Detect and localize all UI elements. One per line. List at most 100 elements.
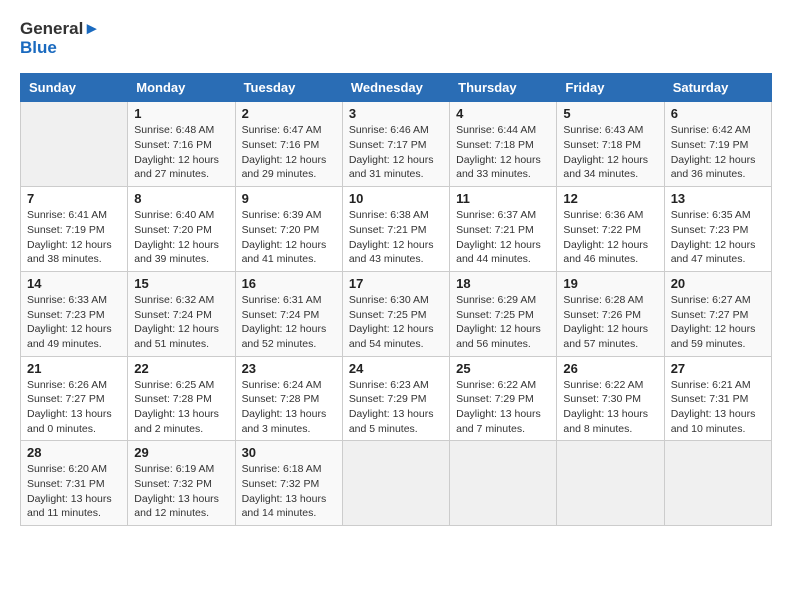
calendar-day-cell: 22 Sunrise: 6:25 AMSunset: 7:28 PMDayligh…	[128, 356, 235, 441]
calendar-day-cell: 11 Sunrise: 6:37 AMSunset: 7:21 PMDayligh…	[450, 187, 557, 272]
day-number: 9	[242, 191, 336, 206]
calendar-week-row: 21 Sunrise: 6:26 AMSunset: 7:27 PMDayligh…	[21, 356, 772, 441]
logo-general: General►	[20, 20, 100, 39]
day-info: Sunrise: 6:19 AMSunset: 7:32 PMDaylight:…	[134, 462, 228, 521]
day-info: Sunrise: 6:23 AMSunset: 7:29 PMDaylight:…	[349, 378, 443, 437]
calendar-day-cell: 4 Sunrise: 6:44 AMSunset: 7:18 PMDaylight…	[450, 102, 557, 187]
calendar-day-cell: 7 Sunrise: 6:41 AMSunset: 7:19 PMDaylight…	[21, 187, 128, 272]
weekday-header: Thursday	[450, 74, 557, 102]
calendar-day-cell	[664, 441, 771, 526]
calendar-day-cell: 3 Sunrise: 6:46 AMSunset: 7:17 PMDaylight…	[342, 102, 449, 187]
day-info: Sunrise: 6:25 AMSunset: 7:28 PMDaylight:…	[134, 378, 228, 437]
calendar-day-cell: 23Sunrise: 6:24 AMSunset: 7:28 PMDayligh…	[235, 356, 342, 441]
calendar-day-cell: 6 Sunrise: 6:42 AMSunset: 7:19 PMDaylight…	[664, 102, 771, 187]
calendar-day-cell	[21, 102, 128, 187]
day-number: 22	[134, 361, 228, 376]
day-info: Sunrise: 6:47 AMSunset: 7:16 PMDaylight:…	[242, 123, 336, 182]
day-number: 17	[349, 276, 443, 291]
day-info: Sunrise: 6:24 AMSunset: 7:28 PMDaylight:…	[242, 378, 336, 437]
page-header: General► Blue	[20, 20, 772, 57]
day-info: Sunrise: 6:46 AMSunset: 7:17 PMDaylight:…	[349, 123, 443, 182]
logo-blue: Blue	[20, 39, 100, 58]
day-info: Sunrise: 6:18 AMSunset: 7:32 PMDaylight:…	[242, 462, 336, 521]
calendar-day-cell: 12 Sunrise: 6:36 AMSunset: 7:22 PMDayligh…	[557, 187, 664, 272]
day-number: 18	[456, 276, 550, 291]
calendar-day-cell: 27 Sunrise: 6:21 AMSunset: 7:31 PMDayligh…	[664, 356, 771, 441]
day-number: 19	[563, 276, 657, 291]
day-info: Sunrise: 6:42 AMSunset: 7:19 PMDaylight:…	[671, 123, 765, 182]
day-number: 28	[27, 445, 121, 460]
day-info: Sunrise: 6:20 AMSunset: 7:31 PMDaylight:…	[27, 462, 121, 521]
day-info: Sunrise: 6:41 AMSunset: 7:19 PMDaylight:…	[27, 208, 121, 267]
day-number: 6	[671, 106, 765, 121]
weekday-header: Monday	[128, 74, 235, 102]
calendar-day-cell: 1 Sunrise: 6:48 AMSunset: 7:16 PMDaylight…	[128, 102, 235, 187]
day-number: 1	[134, 106, 228, 121]
calendar-week-row: 1 Sunrise: 6:48 AMSunset: 7:16 PMDaylight…	[21, 102, 772, 187]
day-info: Sunrise: 6:37 AMSunset: 7:21 PMDaylight:…	[456, 208, 550, 267]
calendar-day-cell	[557, 441, 664, 526]
day-info: Sunrise: 6:28 AMSunset: 7:26 PMDaylight:…	[563, 293, 657, 352]
day-number: 29	[134, 445, 228, 460]
day-info: Sunrise: 6:22 AMSunset: 7:30 PMDaylight:…	[563, 378, 657, 437]
calendar-day-cell: 13 Sunrise: 6:35 AMSunset: 7:23 PMDayligh…	[664, 187, 771, 272]
calendar-day-cell: 15Sunrise: 6:32 AMSunset: 7:24 PMDayligh…	[128, 271, 235, 356]
day-info: Sunrise: 6:27 AMSunset: 7:27 PMDaylight:…	[671, 293, 765, 352]
day-info: Sunrise: 6:21 AMSunset: 7:31 PMDaylight:…	[671, 378, 765, 437]
calendar-day-cell: 26 Sunrise: 6:22 AMSunset: 7:30 PMDayligh…	[557, 356, 664, 441]
calendar-day-cell: 14Sunrise: 6:33 AMSunset: 7:23 PMDayligh…	[21, 271, 128, 356]
calendar-day-cell: 10 Sunrise: 6:38 AMSunset: 7:21 PMDayligh…	[342, 187, 449, 272]
calendar-day-cell: 16 Sunrise: 6:31 AMSunset: 7:24 PMDayligh…	[235, 271, 342, 356]
weekday-header: Saturday	[664, 74, 771, 102]
logo: General► Blue	[20, 20, 100, 57]
day-number: 24	[349, 361, 443, 376]
day-info: Sunrise: 6:36 AMSunset: 7:22 PMDaylight:…	[563, 208, 657, 267]
day-number: 27	[671, 361, 765, 376]
day-number: 20	[671, 276, 765, 291]
day-info: Sunrise: 6:48 AMSunset: 7:16 PMDaylight:…	[134, 123, 228, 182]
day-number: 11	[456, 191, 550, 206]
day-number: 13	[671, 191, 765, 206]
day-number: 25	[456, 361, 550, 376]
day-number: 4	[456, 106, 550, 121]
day-info: Sunrise: 6:22 AMSunset: 7:29 PMDaylight:…	[456, 378, 550, 437]
day-info: Sunrise: 6:33 AMSunset: 7:23 PMDaylight:…	[27, 293, 121, 352]
day-number: 10	[349, 191, 443, 206]
day-number: 30	[242, 445, 336, 460]
day-info: Sunrise: 6:30 AMSunset: 7:25 PMDaylight:…	[349, 293, 443, 352]
calendar-day-cell: 5 Sunrise: 6:43 AMSunset: 7:18 PMDaylight…	[557, 102, 664, 187]
calendar-day-cell: 25 Sunrise: 6:22 AMSunset: 7:29 PMDayligh…	[450, 356, 557, 441]
day-info: Sunrise: 6:38 AMSunset: 7:21 PMDaylight:…	[349, 208, 443, 267]
calendar-week-row: 7 Sunrise: 6:41 AMSunset: 7:19 PMDaylight…	[21, 187, 772, 272]
weekday-header: Tuesday	[235, 74, 342, 102]
calendar-day-cell: 19 Sunrise: 6:28 AMSunset: 7:26 PMDayligh…	[557, 271, 664, 356]
day-number: 21	[27, 361, 121, 376]
day-info: Sunrise: 6:29 AMSunset: 7:25 PMDaylight:…	[456, 293, 550, 352]
calendar-day-cell	[342, 441, 449, 526]
day-number: 15	[134, 276, 228, 291]
day-info: Sunrise: 6:43 AMSunset: 7:18 PMDaylight:…	[563, 123, 657, 182]
day-number: 16	[242, 276, 336, 291]
weekday-header: Sunday	[21, 74, 128, 102]
calendar-day-cell: 18 Sunrise: 6:29 AMSunset: 7:25 PMDayligh…	[450, 271, 557, 356]
calendar-day-cell: 21 Sunrise: 6:26 AMSunset: 7:27 PMDayligh…	[21, 356, 128, 441]
day-number: 3	[349, 106, 443, 121]
day-number: 8	[134, 191, 228, 206]
calendar-day-cell: 17 Sunrise: 6:30 AMSunset: 7:25 PMDayligh…	[342, 271, 449, 356]
day-number: 5	[563, 106, 657, 121]
calendar-day-cell: 20 Sunrise: 6:27 AMSunset: 7:27 PMDayligh…	[664, 271, 771, 356]
day-info: Sunrise: 6:26 AMSunset: 7:27 PMDaylight:…	[27, 378, 121, 437]
calendar-day-cell: 30 Sunrise: 6:18 AMSunset: 7:32 PMDayligh…	[235, 441, 342, 526]
day-info: Sunrise: 6:31 AMSunset: 7:24 PMDaylight:…	[242, 293, 336, 352]
day-number: 7	[27, 191, 121, 206]
day-info: Sunrise: 6:35 AMSunset: 7:23 PMDaylight:…	[671, 208, 765, 267]
weekday-header: Wednesday	[342, 74, 449, 102]
calendar-week-row: 28 Sunrise: 6:20 AMSunset: 7:31 PMDayligh…	[21, 441, 772, 526]
day-number: 26	[563, 361, 657, 376]
day-info: Sunrise: 6:39 AMSunset: 7:20 PMDaylight:…	[242, 208, 336, 267]
day-info: Sunrise: 6:44 AMSunset: 7:18 PMDaylight:…	[456, 123, 550, 182]
day-number: 12	[563, 191, 657, 206]
day-info: Sunrise: 6:40 AMSunset: 7:20 PMDaylight:…	[134, 208, 228, 267]
day-number: 2	[242, 106, 336, 121]
calendar-day-cell: 2 Sunrise: 6:47 AMSunset: 7:16 PMDaylight…	[235, 102, 342, 187]
